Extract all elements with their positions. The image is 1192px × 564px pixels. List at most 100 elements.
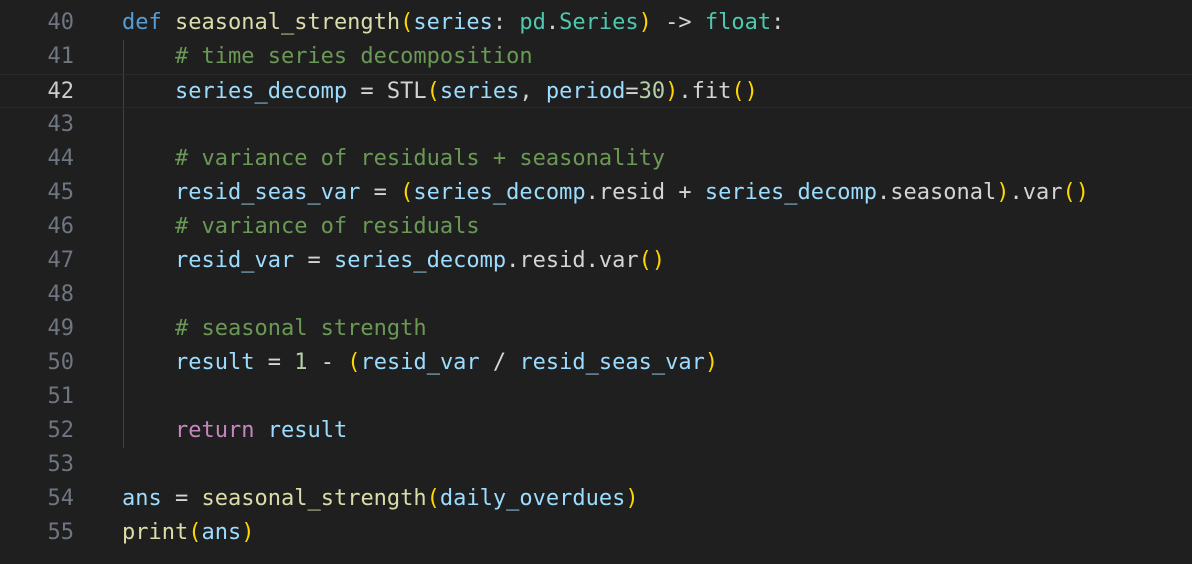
code-token: = <box>254 350 295 375</box>
line-number: 42 <box>47 79 75 104</box>
code-line[interactable]: 46 # variance of residuals <box>0 210 1192 244</box>
code-token: result <box>174 350 255 375</box>
code-token: ) <box>996 180 1010 205</box>
line-number: 40 <box>47 10 75 35</box>
code-token: float <box>704 10 772 35</box>
code-line[interactable]: 55 print(ans) <box>0 516 1192 550</box>
line-code: resid_var = series_decomp.resid.var() <box>122 244 665 278</box>
code-token: ( <box>188 520 202 545</box>
code-token: series_decomp <box>174 79 348 104</box>
line-number: 41 <box>47 44 75 69</box>
line-code: # variance of residuals + seasonality <box>122 142 665 176</box>
line-number: 51 <box>47 384 75 409</box>
code-token: ) <box>625 486 639 511</box>
code-token: ( <box>426 486 440 511</box>
code-token: print <box>122 520 189 545</box>
code-token: resid_var <box>174 248 295 273</box>
code-token: () <box>731 79 758 104</box>
code-line[interactable]: 41 # time series decomposition <box>0 40 1192 74</box>
code-token: result <box>267 418 348 443</box>
line-number: 49 <box>47 316 75 341</box>
line-code: series_decomp = STL(series, period=30).f… <box>122 75 758 109</box>
code-token: -> <box>651 10 705 35</box>
code-token: - <box>307 350 348 375</box>
line-code: print(ans) <box>122 516 254 550</box>
line-number: 45 <box>47 180 75 205</box>
code-token: series <box>439 79 520 104</box>
code-token: : <box>771 10 785 35</box>
code-token: # time series decomposition <box>174 44 533 69</box>
line-code: return result <box>122 414 347 448</box>
code-token: = <box>347 79 387 104</box>
code-token: . <box>545 10 560 35</box>
line-code: # time series decomposition <box>122 40 533 74</box>
code-editor[interactable]: 40 def seasonal_strength(series: pd.Serie… <box>0 0 1192 564</box>
code-line[interactable]: 49 # seasonal strength <box>0 312 1192 346</box>
line-code: resid_seas_var = (series_decomp.resid + … <box>122 176 1089 210</box>
code-token: .fit <box>678 79 732 104</box>
code-line[interactable]: 43 <box>0 108 1192 142</box>
code-token: return <box>174 418 255 443</box>
code-token: STL <box>386 79 427 104</box>
code-token: ans <box>122 486 162 511</box>
code-line[interactable]: 47 resid_var = series_decomp.resid.var() <box>0 244 1192 278</box>
code-token: , <box>519 79 546 104</box>
code-line[interactable]: 42 series_decomp = STL(series, period=30… <box>0 74 1192 108</box>
line-number: 44 <box>47 146 75 171</box>
code-line[interactable]: 54 ans = seasonal_strength(daily_overdues… <box>0 482 1192 516</box>
line-number: 54 <box>47 486 75 511</box>
code-line[interactable]: 51 <box>0 380 1192 414</box>
code-token: = <box>161 486 202 511</box>
line-number: 48 <box>47 282 75 307</box>
code-token: 1 <box>294 350 308 375</box>
line-number: 55 <box>47 520 75 545</box>
code-token: () <box>1062 180 1089 205</box>
code-token: .seasonal <box>877 180 997 205</box>
code-line[interactable]: 40 def seasonal_strength(series: pd.Serie… <box>0 6 1192 40</box>
code-token: period <box>545 79 626 104</box>
code-token: seasonal_strength <box>175 10 401 35</box>
code-token: ( <box>347 350 361 375</box>
code-token: series_decomp <box>333 248 507 273</box>
code-token: ) <box>638 10 652 35</box>
code-token: ( <box>400 10 414 35</box>
code-line[interactable]: 53 <box>0 448 1192 482</box>
code-line[interactable]: 44 # variance of residuals + seasonality <box>0 142 1192 176</box>
code-token: ) <box>704 350 719 375</box>
code-token: ) <box>665 79 679 104</box>
line-number: 47 <box>47 248 75 273</box>
line-code: ans = seasonal_strength(daily_overdues) <box>122 482 639 516</box>
code-token: series_decomp <box>413 180 586 205</box>
code-token: seasonal_strength <box>201 486 427 511</box>
code-token: resid_seas_var <box>174 180 361 205</box>
code-token: .resid + <box>585 180 705 205</box>
code-line[interactable]: 48 <box>0 278 1192 312</box>
line-code: # variance of residuals <box>122 210 480 244</box>
code-line[interactable]: 45 resid_seas_var = (series_decomp.resid… <box>0 176 1192 210</box>
code-line[interactable]: 50 result = 1 - (resid_var / resid_seas_… <box>0 346 1192 380</box>
code-token: .resid.var <box>506 248 639 273</box>
code-token: Series <box>559 10 639 35</box>
line-number: 46 <box>47 214 75 239</box>
code-token: () <box>638 248 666 273</box>
code-line[interactable]: 52 return result <box>0 414 1192 448</box>
code-token: : <box>492 10 520 35</box>
code-token: = <box>294 248 334 273</box>
code-token: / <box>479 350 520 375</box>
line-number: 52 <box>47 418 75 443</box>
code-token: daily_overdues <box>439 486 626 511</box>
code-token: series_decomp <box>704 180 878 205</box>
code-token: 30 <box>638 79 666 104</box>
line-code: # seasonal strength <box>122 312 427 346</box>
code-token: resid_seas_var <box>519 350 705 375</box>
